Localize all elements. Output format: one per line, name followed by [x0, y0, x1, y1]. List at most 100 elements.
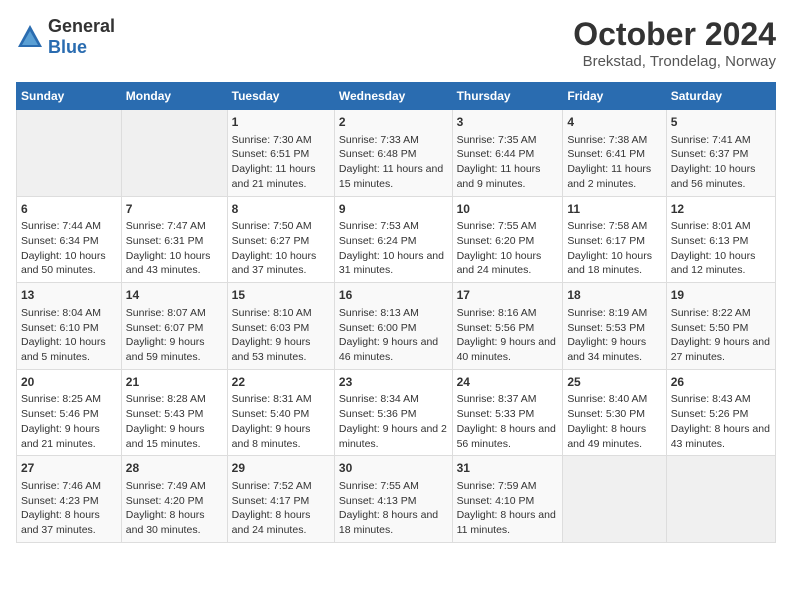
week-row-5: 27Sunrise: 7:46 AMSunset: 4:23 PMDayligh… [17, 456, 776, 543]
cell-info: Sunrise: 7:38 AMSunset: 6:41 PMDaylight:… [567, 133, 661, 192]
cell-info: Sunrise: 8:25 AMSunset: 5:46 PMDaylight:… [21, 392, 117, 451]
day-number: 15 [232, 287, 330, 304]
day-number: 1 [232, 114, 330, 131]
cell-info: Sunrise: 7:47 AMSunset: 6:31 PMDaylight:… [126, 219, 223, 278]
day-number: 4 [567, 114, 661, 131]
cell-info: Sunrise: 8:31 AMSunset: 5:40 PMDaylight:… [232, 392, 330, 451]
day-number: 6 [21, 201, 117, 218]
cell-info: Sunrise: 7:49 AMSunset: 4:20 PMDaylight:… [126, 479, 223, 538]
calendar-cell [17, 110, 122, 197]
cell-info: Sunrise: 7:44 AMSunset: 6:34 PMDaylight:… [21, 219, 117, 278]
calendar-cell: 8Sunrise: 7:50 AMSunset: 6:27 PMDaylight… [227, 196, 334, 283]
cell-info: Sunrise: 8:13 AMSunset: 6:00 PMDaylight:… [339, 306, 448, 365]
calendar-cell: 31 Sunrise: 7:59 AMSunset: 4:10 PMDayligh… [452, 456, 563, 543]
day-number: 31 [457, 460, 559, 477]
cell-info: Sunrise: 8:37 AMSunset: 5:33 PMDaylight:… [457, 392, 559, 451]
day-number: 12 [671, 201, 771, 218]
calendar-cell: 4 Sunrise: 7:38 AMSunset: 6:41 PMDaylight… [563, 110, 666, 197]
cell-info: Sunrise: 7:41 AMSunset: 6:37 PMDaylight:… [671, 133, 771, 192]
calendar-header: SundayMondayTuesdayWednesdayThursdayFrid… [17, 83, 776, 110]
cell-info: Sunrise: 7:58 AMSunset: 6:17 PMDaylight:… [567, 219, 661, 278]
week-row-1: 1 Sunrise: 7:30 AMSunset: 6:51 PMDaylight… [17, 110, 776, 197]
calendar-cell: 30Sunrise: 7:55 AMSunset: 4:13 PMDayligh… [334, 456, 452, 543]
calendar-cell: 2 Sunrise: 7:33 AMSunset: 6:48 PMDaylight… [334, 110, 452, 197]
calendar-cell: 20Sunrise: 8:25 AMSunset: 5:46 PMDayligh… [17, 369, 122, 456]
day-number: 30 [339, 460, 448, 477]
week-row-3: 13 Sunrise: 8:04 AMSunset: 6:10 PMDayligh… [17, 283, 776, 370]
day-number: 18 [567, 287, 661, 304]
day-number: 13 [21, 287, 117, 304]
calendar-cell: 18 Sunrise: 8:19 AMSunset: 5:53 PMDayligh… [563, 283, 666, 370]
cell-info: Sunrise: 7:35 AMSunset: 6:44 PMDaylight:… [457, 133, 559, 192]
calendar-cell: 5 Sunrise: 7:41 AMSunset: 6:37 PMDaylight… [666, 110, 775, 197]
logo-general: General [48, 16, 115, 36]
calendar-cell: 11Sunrise: 7:58 AMSunset: 6:17 PMDayligh… [563, 196, 666, 283]
day-number: 16 [339, 287, 448, 304]
day-number: 10 [457, 201, 559, 218]
header-day-saturday: Saturday [666, 83, 775, 110]
calendar-cell: 14 Sunrise: 8:07 AMSunset: 6:07 PMDayligh… [121, 283, 227, 370]
cell-info: Sunrise: 8:10 AMSunset: 6:03 PMDaylight:… [232, 306, 330, 365]
header-row: SundayMondayTuesdayWednesdayThursdayFrid… [17, 83, 776, 110]
calendar-cell [121, 110, 227, 197]
cell-info: Sunrise: 7:50 AMSunset: 6:27 PMDaylight:… [232, 219, 330, 278]
calendar-cell: 26Sunrise: 8:43 AMSunset: 5:26 PMDayligh… [666, 369, 775, 456]
day-number: 7 [126, 201, 223, 218]
week-row-2: 6Sunrise: 7:44 AMSunset: 6:34 PMDaylight… [17, 196, 776, 283]
calendar-cell: 24Sunrise: 8:37 AMSunset: 5:33 PMDayligh… [452, 369, 563, 456]
calendar-cell: 10Sunrise: 7:55 AMSunset: 6:20 PMDayligh… [452, 196, 563, 283]
title-area: October 2024 Brekstad, Trondelag, Norway [573, 16, 776, 70]
cell-info: Sunrise: 8:22 AMSunset: 5:50 PMDaylight:… [671, 306, 771, 365]
calendar-cell: 25Sunrise: 8:40 AMSunset: 5:30 PMDayligh… [563, 369, 666, 456]
calendar-body: 1 Sunrise: 7:30 AMSunset: 6:51 PMDaylight… [17, 110, 776, 543]
day-number: 8 [232, 201, 330, 218]
day-number: 3 [457, 114, 559, 131]
header-day-monday: Monday [121, 83, 227, 110]
header: General Blue October 2024 Brekstad, Tron… [16, 16, 776, 70]
day-number: 24 [457, 374, 559, 391]
day-number: 29 [232, 460, 330, 477]
calendar-cell: 15 Sunrise: 8:10 AMSunset: 6:03 PMDayligh… [227, 283, 334, 370]
cell-info: Sunrise: 8:19 AMSunset: 5:53 PMDaylight:… [567, 306, 661, 365]
calendar-cell: 27Sunrise: 7:46 AMSunset: 4:23 PMDayligh… [17, 456, 122, 543]
day-number: 25 [567, 374, 661, 391]
logo-blue: Blue [48, 37, 87, 57]
main-title: October 2024 [573, 16, 776, 53]
calendar-cell: 23Sunrise: 8:34 AMSunset: 5:36 PMDayligh… [334, 369, 452, 456]
day-number: 19 [671, 287, 771, 304]
day-number: 21 [126, 374, 223, 391]
day-number: 14 [126, 287, 223, 304]
day-number: 11 [567, 201, 661, 218]
cell-info: Sunrise: 8:04 AMSunset: 6:10 PMDaylight:… [21, 306, 117, 365]
cell-info: Sunrise: 8:43 AMSunset: 5:26 PMDaylight:… [671, 392, 771, 451]
day-number: 5 [671, 114, 771, 131]
day-number: 23 [339, 374, 448, 391]
calendar-cell: 16 Sunrise: 8:13 AMSunset: 6:00 PMDayligh… [334, 283, 452, 370]
calendar-cell: 28 Sunrise: 7:49 AMSunset: 4:20 PMDayligh… [121, 456, 227, 543]
subtitle: Brekstad, Trondelag, Norway [573, 53, 776, 70]
cell-info: Sunrise: 7:33 AMSunset: 6:48 PMDaylight:… [339, 133, 448, 192]
calendar-cell [666, 456, 775, 543]
header-day-tuesday: Tuesday [227, 83, 334, 110]
calendar-table: SundayMondayTuesdayWednesdayThursdayFrid… [16, 82, 776, 543]
calendar-cell: 29 Sunrise: 7:52 AMSunset: 4:17 PMDayligh… [227, 456, 334, 543]
cell-info: Sunrise: 8:07 AMSunset: 6:07 PMDaylight:… [126, 306, 223, 365]
calendar-cell: 3 Sunrise: 7:35 AMSunset: 6:44 PMDaylight… [452, 110, 563, 197]
logo-icon [16, 23, 44, 51]
day-number: 20 [21, 374, 117, 391]
calendar-cell: 17Sunrise: 8:16 AMSunset: 5:56 PMDayligh… [452, 283, 563, 370]
calendar-cell: 1 Sunrise: 7:30 AMSunset: 6:51 PMDaylight… [227, 110, 334, 197]
calendar-cell: 13 Sunrise: 8:04 AMSunset: 6:10 PMDayligh… [17, 283, 122, 370]
calendar-cell: 22Sunrise: 8:31 AMSunset: 5:40 PMDayligh… [227, 369, 334, 456]
day-number: 2 [339, 114, 448, 131]
day-number: 28 [126, 460, 223, 477]
week-row-4: 20Sunrise: 8:25 AMSunset: 5:46 PMDayligh… [17, 369, 776, 456]
cell-info: Sunrise: 7:30 AMSunset: 6:51 PMDaylight:… [232, 133, 330, 192]
day-number: 27 [21, 460, 117, 477]
cell-info: Sunrise: 7:59 AMSunset: 4:10 PMDaylight:… [457, 479, 559, 538]
cell-info: Sunrise: 8:16 AMSunset: 5:56 PMDaylight:… [457, 306, 559, 365]
calendar-cell: 19 Sunrise: 8:22 AMSunset: 5:50 PMDayligh… [666, 283, 775, 370]
header-day-wednesday: Wednesday [334, 83, 452, 110]
cell-info: Sunrise: 7:52 AMSunset: 4:17 PMDaylight:… [232, 479, 330, 538]
cell-info: Sunrise: 8:28 AMSunset: 5:43 PMDaylight:… [126, 392, 223, 451]
